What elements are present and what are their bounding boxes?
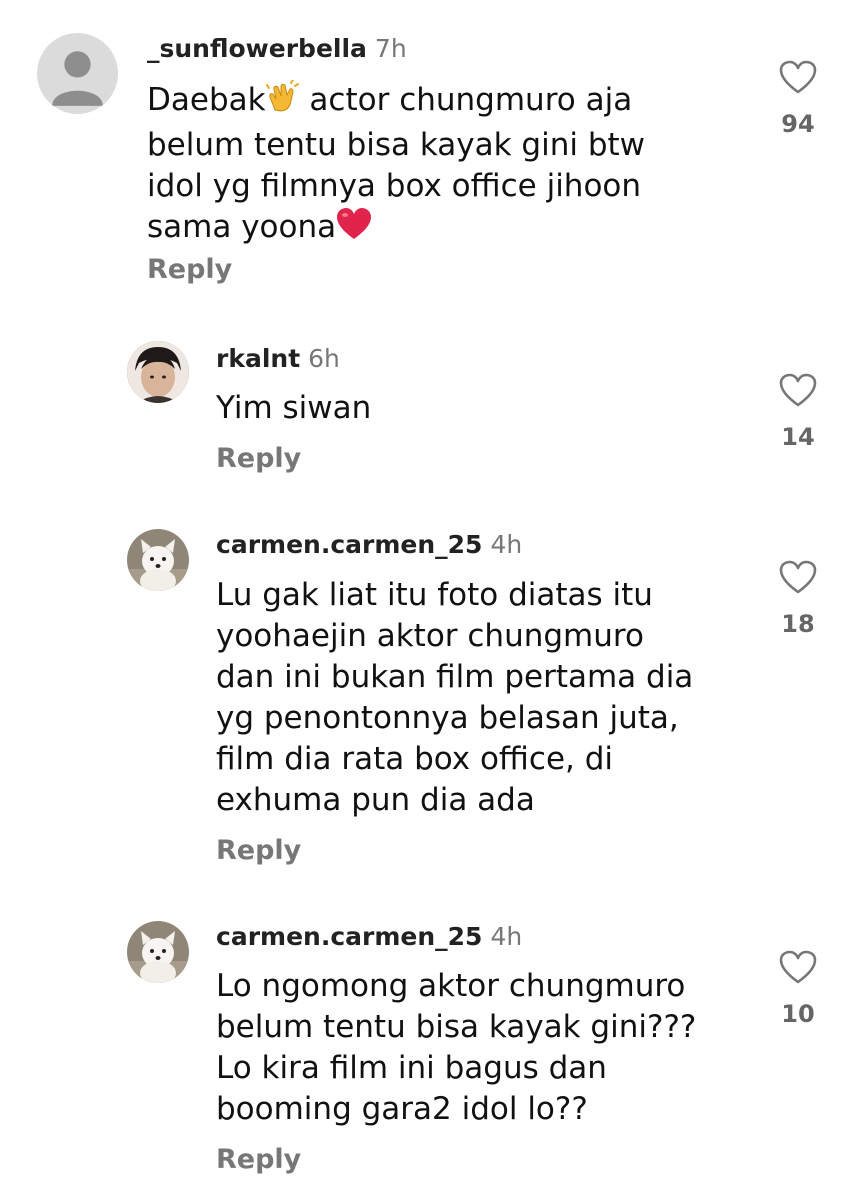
comment-line: Lo kira film ini bagus dan	[216, 1050, 607, 1086]
comment-line: yg penontonnya belasan juta,	[216, 700, 679, 736]
comment-item: carmen.carmen_25 4h Lo ngomong aktor chun…	[0, 900, 862, 1200]
username[interactable]: carmen.carmen_25	[216, 922, 482, 951]
comment-line: idol yg filmnya box office jihoon	[147, 168, 642, 204]
dog-photo-avatar[interactable]	[127, 529, 189, 591]
like-count: 94	[781, 110, 815, 138]
reply-button[interactable]: Reply	[216, 1144, 301, 1175]
comment-text: Yim siwan	[216, 388, 371, 429]
comment-line: actor chungmuro aja	[299, 82, 633, 118]
like-button[interactable]: 18	[768, 560, 828, 638]
comment-header: rkalnt 6h	[216, 344, 340, 373]
comment-line: booming gara2 idol lo??	[216, 1091, 588, 1127]
comment-line: Lu gak liat itu foto diatas itu	[216, 577, 653, 613]
comment-line: film dia rata box office, di	[216, 741, 614, 777]
comment-item: _sunflowerbella 7h Daebak actor chungmuro…	[0, 0, 862, 320]
timestamp: 7h	[374, 34, 407, 63]
heart-icon	[779, 560, 817, 594]
user-photo-avatar[interactable]	[127, 341, 189, 403]
comment-item: rkalnt 6h Yim siwan Reply 14	[0, 320, 862, 500]
red-heart-emoji	[336, 207, 372, 252]
comment-item: carmen.carmen_25 4h Lu gak liat itu foto …	[0, 510, 862, 900]
heart-icon	[779, 373, 817, 407]
comment-line: sama yoona	[147, 209, 337, 245]
username[interactable]: _sunflowerbella	[147, 34, 367, 63]
comment-line: exhuma pun dia ada	[216, 782, 535, 818]
comment-line: Daebak	[147, 82, 266, 118]
comment-line: Yim siwan	[216, 390, 372, 426]
comment-line: belum tentu bisa kayak gini btw	[147, 127, 646, 163]
username[interactable]: carmen.carmen_25	[216, 530, 482, 559]
comment-line: yoohaejin aktor chungmuro	[216, 618, 644, 654]
reply-button[interactable]: Reply	[147, 254, 232, 285]
like-count: 14	[781, 423, 815, 451]
comment-line: Lo ngomong aktor chungmuro	[216, 968, 686, 1004]
comment-header: carmen.carmen_25 4h	[216, 922, 522, 951]
reply-button[interactable]: Reply	[216, 443, 301, 474]
comment-text: Daebak actor chungmuro aja belum tentu b…	[147, 79, 646, 252]
comment-text: Lo ngomong aktor chungmuro belum tentu b…	[216, 966, 696, 1130]
comment-header: _sunflowerbella 7h	[147, 34, 407, 63]
comment-line: dan ini bukan film pertama dia	[216, 659, 694, 695]
heart-icon	[779, 950, 817, 984]
like-count: 10	[781, 1000, 815, 1028]
like-button[interactable]: 94	[768, 60, 828, 138]
comment-header: carmen.carmen_25 4h	[216, 530, 522, 559]
like-count: 18	[781, 610, 815, 638]
like-button[interactable]: 14	[768, 373, 828, 451]
heart-icon	[779, 60, 817, 94]
default-avatar-icon[interactable]	[37, 33, 118, 114]
comment-line: belum tentu bisa kayak gini???	[216, 1009, 697, 1045]
timestamp: 4h	[490, 922, 523, 951]
dog-photo-avatar[interactable]	[127, 921, 189, 983]
timestamp: 6h	[308, 344, 340, 373]
reply-button[interactable]: Reply	[216, 835, 301, 866]
comment-text: Lu gak liat itu foto diatas itu yoohaeji…	[216, 575, 693, 821]
timestamp: 4h	[490, 530, 523, 559]
clapping-hands-emoji	[265, 79, 300, 125]
username[interactable]: rkalnt	[216, 344, 300, 373]
like-button[interactable]: 10	[768, 950, 828, 1028]
